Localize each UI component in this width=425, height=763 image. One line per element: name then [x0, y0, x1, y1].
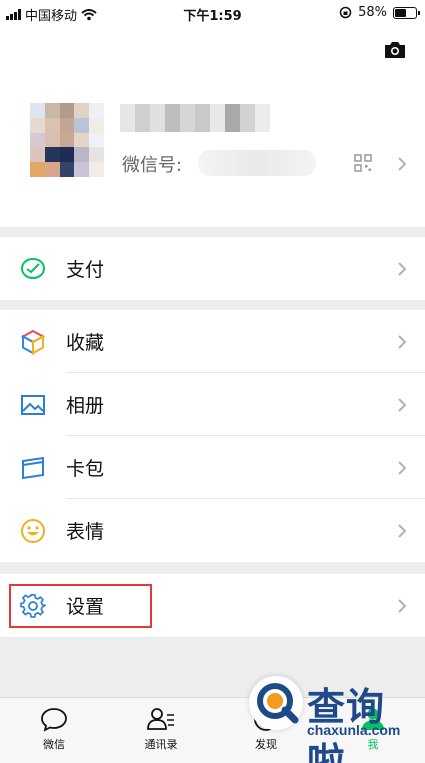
card-wallet-icon: [22, 456, 44, 479]
contacts-icon: [147, 708, 174, 730]
chevron-right-icon: [398, 598, 407, 613]
chevron-right-icon: [398, 261, 407, 276]
menu-item-album[interactable]: 相册: [0, 373, 425, 436]
wechat-id-label: 微信号:: [122, 155, 183, 176]
menu-item-stickers[interactable]: 表情: [0, 499, 425, 562]
battery-percent: 58%: [358, 5, 387, 20]
watermark-title: 查询啦: [307, 685, 386, 763]
pay-icon: [20, 257, 46, 279]
settings-highlight-box: [9, 584, 152, 628]
pay-group: 支付: [0, 237, 425, 300]
menu-item-label: 表情: [66, 521, 105, 543]
menu-item-cards[interactable]: 卡包: [0, 436, 425, 499]
favorites-cube-icon: [20, 329, 46, 355]
chevron-right-icon: [398, 397, 407, 412]
tab-contacts[interactable]: 通讯录: [121, 706, 201, 752]
qr-code-icon[interactable]: [354, 154, 372, 172]
tab-label: 通讯录: [144, 738, 178, 751]
chevron-right-icon: [398, 460, 407, 475]
profile-header[interactable]: 微信号:: [0, 26, 425, 227]
menu-item-label: 收藏: [66, 332, 105, 354]
menu-item-pay[interactable]: 支付: [0, 237, 425, 300]
nickname-blurred: [120, 104, 270, 132]
watermark-logo-icon: [249, 676, 303, 730]
chevron-right-icon: [398, 157, 407, 171]
menu-item-favorites[interactable]: 收藏: [0, 310, 425, 373]
camera-icon[interactable]: [383, 40, 407, 60]
watermark-url: chaxunla.com: [307, 722, 401, 738]
battery-icon: [393, 6, 420, 19]
status-bar: 中国移动 下午1:59 58%: [0, 0, 425, 26]
wechat-id-blurred: [198, 150, 316, 176]
smiley-icon: [21, 518, 45, 543]
menu-item-label: 卡包: [66, 458, 105, 480]
services-group: 收藏 相册 卡包 表情: [0, 310, 425, 562]
album-icon: [21, 394, 45, 415]
chat-bubble-icon: [41, 708, 67, 732]
chevron-right-icon: [398, 523, 407, 538]
rotation-lock-icon: [339, 6, 352, 19]
chevron-right-icon: [398, 334, 407, 349]
chaxunla-watermark: 查询啦 chaxunla.com: [247, 672, 422, 763]
tab-label: 微信: [43, 738, 65, 751]
menu-item-label: 支付: [66, 259, 105, 281]
avatar[interactable]: [30, 103, 104, 177]
menu-item-label: 相册: [66, 395, 105, 417]
tab-chats[interactable]: 微信: [14, 706, 94, 752]
